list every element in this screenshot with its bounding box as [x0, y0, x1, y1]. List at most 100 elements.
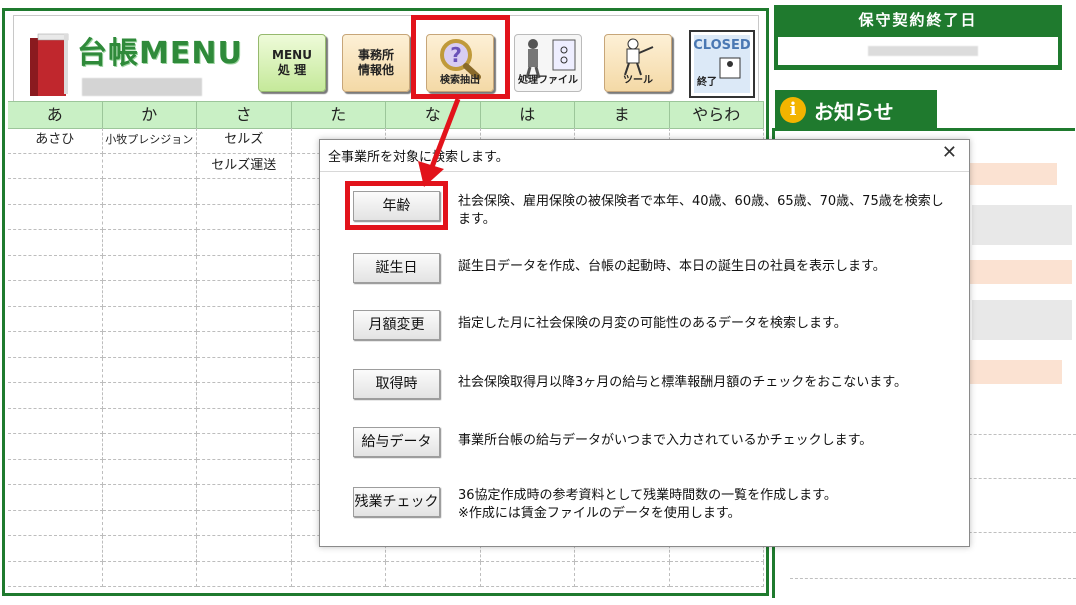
red-arrow-icon: [418, 98, 461, 187]
office-info-label: 事務所 情報他: [357, 48, 394, 77]
kana-tab-ta[interactable]: た: [292, 102, 386, 128]
company-cell[interactable]: [197, 561, 292, 587]
blurred-notice-4: [972, 300, 1072, 340]
closed-exit-button[interactable]: CLOSED 終了: [689, 30, 755, 98]
company-cell[interactable]: [102, 306, 197, 332]
company-cell[interactable]: [197, 179, 292, 205]
blurred-notice-2: [972, 205, 1072, 245]
salary-data-description: 事業所台帳の給与データがいつまで入力されているかチェックします。: [458, 433, 873, 448]
company-cell[interactable]: [102, 281, 197, 307]
company-cell[interactable]: [102, 434, 197, 460]
info-icon: i: [780, 97, 806, 123]
company-cell[interactable]: [8, 459, 103, 485]
ledger-book-icon: [30, 33, 69, 96]
process-file-label: 処理ファイル: [518, 75, 578, 86]
blurred-company-name: [82, 78, 202, 96]
company-cell[interactable]: [291, 561, 386, 587]
company-cell[interactable]: [197, 255, 292, 281]
kana-tab-ha[interactable]: は: [481, 102, 575, 128]
company-cell[interactable]: [8, 408, 103, 434]
company-cell[interactable]: [8, 510, 103, 536]
company-cell[interactable]: [480, 561, 575, 587]
company-cell[interactable]: [8, 383, 103, 409]
kana-tab-sa[interactable]: さ: [197, 102, 292, 128]
company-cell[interactable]: [669, 561, 764, 587]
company-cell[interactable]: セルズ運送: [197, 153, 292, 179]
company-cell[interactable]: [8, 230, 103, 256]
tool-label: ツール: [623, 75, 653, 86]
company-cell[interactable]: セルズ: [197, 128, 292, 154]
process-file-button[interactable]: 処理ファイル: [514, 34, 582, 92]
company-cell[interactable]: [197, 383, 292, 409]
menu-process-label: MENU 処 理: [272, 48, 312, 77]
company-cell[interactable]: [8, 434, 103, 460]
monthly-change-description: 指定した月に社会保険の月変の可能性のあるデータを検索します。: [458, 316, 847, 331]
company-cell[interactable]: [8, 281, 103, 307]
company-cell[interactable]: [197, 357, 292, 383]
company-cell[interactable]: [102, 536, 197, 562]
close-icon[interactable]: ✕: [942, 142, 957, 163]
company-cell[interactable]: [102, 230, 197, 256]
kana-tab-yarawa[interactable]: やらわ: [670, 102, 764, 128]
company-cell[interactable]: [8, 536, 103, 562]
company-cell[interactable]: [102, 485, 197, 511]
kana-tab-ma[interactable]: ま: [575, 102, 670, 128]
company-cell[interactable]: あさひ: [8, 128, 103, 154]
company-cell[interactable]: [102, 179, 197, 205]
company-cell[interactable]: [197, 306, 292, 332]
company-cell[interactable]: [8, 255, 103, 281]
exit-door-icon: [719, 57, 741, 79]
company-cell[interactable]: [197, 281, 292, 307]
company-cell[interactable]: [197, 536, 292, 562]
notice-separator: [790, 578, 1076, 579]
company-cell[interactable]: [102, 153, 197, 179]
kana-header-row: あ か さ た な は ま やらわ: [8, 101, 764, 129]
company-cell[interactable]: [8, 204, 103, 230]
menu-toolbar: 台帳MENU MENU 処 理 事務所 情報他 ? 検索抽出 処理ファイル ツー…: [13, 15, 759, 111]
salary-data-button[interactable]: 給与データ: [353, 427, 440, 457]
maintenance-contract-panel: 保守契約終了日: [774, 5, 1062, 70]
monthly-change-button[interactable]: 月額変更: [353, 310, 440, 340]
birthday-button[interactable]: 誕生日: [353, 253, 440, 283]
company-cell[interactable]: [8, 179, 103, 205]
company-cell[interactable]: [102, 357, 197, 383]
company-cell[interactable]: [197, 230, 292, 256]
birthday-description: 誕生日データを作成、台帳の起動時、本日の誕生日の社員を表示します。: [458, 259, 886, 274]
company-cell[interactable]: [102, 204, 197, 230]
company-cell[interactable]: [8, 332, 103, 358]
kana-tab-ka[interactable]: か: [103, 102, 197, 128]
company-cell[interactable]: [102, 459, 197, 485]
company-cell[interactable]: [197, 332, 292, 358]
company-cell[interactable]: [197, 204, 292, 230]
company-cell[interactable]: [8, 485, 103, 511]
company-cell[interactable]: 小牧プレシジョン: [102, 128, 197, 154]
company-cell[interactable]: [102, 383, 197, 409]
company-cell[interactable]: [197, 408, 292, 434]
company-cell[interactable]: [102, 332, 197, 358]
contract-end-title: 保守契約終了日: [858, 11, 978, 29]
office-info-button[interactable]: 事務所 情報他: [342, 34, 410, 92]
company-cell[interactable]: [102, 408, 197, 434]
kana-tab-a[interactable]: あ: [8, 102, 103, 128]
tool-button[interactable]: ツール: [604, 34, 672, 92]
notice-divider: [775, 128, 1075, 131]
company-cell[interactable]: [8, 357, 103, 383]
company-cell[interactable]: [102, 561, 197, 587]
company-cell[interactable]: [197, 510, 292, 536]
acquisition-button[interactable]: 取得時: [353, 369, 440, 399]
contract-end-field: [778, 37, 1058, 65]
company-cell[interactable]: [8, 561, 103, 587]
company-cell[interactable]: [197, 459, 292, 485]
company-cell[interactable]: [102, 510, 197, 536]
company-cell[interactable]: [102, 255, 197, 281]
menu-process-button[interactable]: MENU 処 理: [258, 34, 326, 92]
company-cell[interactable]: [575, 561, 670, 587]
company-cell[interactable]: [197, 485, 292, 511]
company-cell[interactable]: [386, 561, 481, 587]
company-cell[interactable]: [197, 434, 292, 460]
company-cell[interactable]: [8, 306, 103, 332]
overtime-check-button[interactable]: 残業チェック: [353, 487, 440, 517]
blurred-notice-3: [962, 260, 1072, 284]
company-cell[interactable]: [8, 153, 103, 179]
exit-label: 終了: [697, 77, 717, 88]
